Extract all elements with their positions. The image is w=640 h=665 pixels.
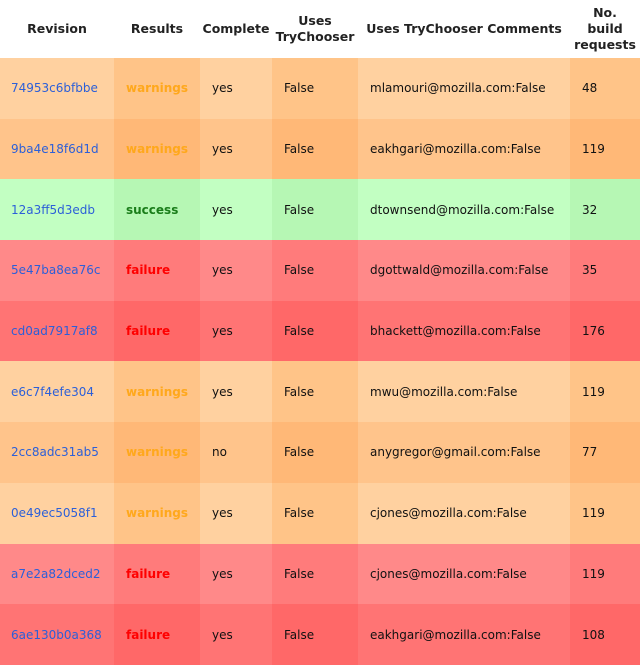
comment-cell: cjones@mozilla.com:False: [358, 482, 570, 544]
comment-cell: dtownsend@mozilla.com:False: [358, 179, 570, 241]
header-build-requests[interactable]: No. build requests: [570, 0, 640, 58]
result-cell: warnings: [114, 118, 200, 180]
result-cell: warnings: [114, 482, 200, 544]
complete-cell: yes: [200, 604, 272, 665]
uses-trychooser-cell: False: [272, 118, 358, 180]
header-revision[interactable]: Revision: [0, 0, 114, 58]
revision-link[interactable]: cd0ad7917af8: [11, 324, 98, 338]
revision-cell: 0e49ec5058f1: [0, 482, 114, 544]
header-results[interactable]: Results: [114, 0, 200, 58]
table-row: 5e47ba8ea76c failure yes False dgottwald@moz…: [0, 240, 640, 301]
revision-link[interactable]: 6ae130b0a368: [11, 628, 102, 642]
build-requests-cell: 119: [570, 482, 640, 544]
build-requests-cell: 32: [570, 179, 640, 241]
complete-cell: no: [200, 422, 272, 483]
revision-link[interactable]: 74953c6bfbbe: [11, 81, 98, 95]
comment-cell: eakhgari@mozilla.com:False: [358, 604, 570, 665]
uses-trychooser-cell: False: [272, 482, 358, 544]
table-row: cd0ad7917af8 failure yes False bhackett@mozi…: [0, 300, 640, 362]
result-status: success: [126, 202, 179, 217]
revision-cell: e6c7f4efe304: [0, 361, 114, 423]
comment-cell: mwu@mozilla.com:False: [358, 361, 570, 423]
revision-link[interactable]: 9ba4e18f6d1d: [11, 142, 99, 156]
revision-cell: 2cc8adc31ab5: [0, 422, 114, 483]
complete-cell: yes: [200, 543, 272, 605]
uses-trychooser-cell: False: [272, 300, 358, 362]
table-row: 2cc8adc31ab5 warnings no False anygregor@gma…: [0, 422, 640, 483]
build-requests-cell: 48: [570, 58, 640, 119]
result-cell: warnings: [114, 422, 200, 483]
uses-trychooser-cell: False: [272, 240, 358, 301]
table-row: 6ae130b0a368 failure yes False eakhgari@mozi…: [0, 604, 640, 665]
build-requests-cell: 35: [570, 240, 640, 301]
uses-trychooser-cell: False: [272, 179, 358, 241]
table-row: 0e49ec5058f1 warnings yes False cjones@mozil…: [0, 482, 640, 544]
result-status: warnings: [126, 384, 189, 399]
revision-cell: 12a3ff5d3edb: [0, 179, 114, 241]
uses-trychooser-cell: False: [272, 422, 358, 483]
result-cell: warnings: [114, 58, 200, 119]
build-requests-cell: 119: [570, 361, 640, 423]
build-requests-cell: 176: [570, 300, 640, 362]
comment-cell: cjones@mozilla.com:False: [358, 543, 570, 605]
complete-cell: yes: [200, 300, 272, 362]
uses-trychooser-cell: False: [272, 58, 358, 119]
revision-cell: 6ae130b0a368: [0, 604, 114, 665]
table-row: 12a3ff5d3edb success yes False dtownsend@moz…: [0, 179, 640, 241]
revision-link[interactable]: a7e2a82dced2: [11, 567, 100, 581]
build-requests-cell: 108: [570, 604, 640, 665]
uses-trychooser-cell: False: [272, 361, 358, 423]
result-status: warnings: [126, 81, 189, 96]
revision-link[interactable]: 12a3ff5d3edb: [11, 203, 95, 217]
complete-cell: yes: [200, 482, 272, 544]
comment-cell: bhackett@mozilla.com:False: [358, 300, 570, 362]
comment-cell: eakhgari@mozilla.com:False: [358, 118, 570, 180]
uses-trychooser-cell: False: [272, 543, 358, 605]
complete-cell: yes: [200, 240, 272, 301]
revision-link[interactable]: 2cc8adc31ab5: [11, 445, 99, 459]
build-requests-cell: 119: [570, 118, 640, 180]
revision-link[interactable]: e6c7f4efe304: [11, 385, 94, 399]
header-complete[interactable]: Complete: [200, 0, 272, 58]
build-results-table: Revision Results Complete Uses TryChooser…: [0, 0, 640, 665]
result-cell: failure: [114, 604, 200, 665]
uses-trychooser-cell: False: [272, 604, 358, 665]
result-status: warnings: [126, 506, 189, 521]
header-row: Revision Results Complete Uses TryChooser…: [0, 0, 640, 58]
result-cell: failure: [114, 543, 200, 605]
revision-cell: 74953c6bfbbe: [0, 58, 114, 119]
header-uses-trychooser[interactable]: Uses TryChooser: [272, 0, 358, 58]
comment-cell: mlamouri@mozilla.com:False: [358, 58, 570, 119]
revision-cell: 5e47ba8ea76c: [0, 240, 114, 301]
header-comments[interactable]: Uses TryChooser Comments: [358, 0, 570, 58]
result-cell: success: [114, 179, 200, 241]
table-row: 74953c6bfbbe warnings yes False mlamouri@moz…: [0, 58, 640, 119]
result-status: failure: [126, 263, 171, 278]
result-cell: failure: [114, 240, 200, 301]
result-cell: failure: [114, 300, 200, 362]
revision-cell: cd0ad7917af8: [0, 300, 114, 362]
table-row: a7e2a82dced2 failure yes False cjones@mozill…: [0, 543, 640, 605]
result-status: failure: [126, 324, 171, 339]
table-row: 9ba4e18f6d1d warnings yes False eakhgari@moz…: [0, 118, 640, 180]
complete-cell: yes: [200, 118, 272, 180]
result-status: failure: [126, 627, 171, 642]
result-status: warnings: [126, 142, 189, 157]
build-requests-cell: 77: [570, 422, 640, 483]
complete-cell: yes: [200, 361, 272, 423]
result-cell: warnings: [114, 361, 200, 423]
table-row: e6c7f4efe304 warnings yes False mwu@mozilla.…: [0, 361, 640, 423]
revision-link[interactable]: 0e49ec5058f1: [11, 506, 98, 520]
complete-cell: yes: [200, 179, 272, 241]
comment-cell: dgottwald@mozilla.com:False: [358, 240, 570, 301]
revision-cell: a7e2a82dced2: [0, 543, 114, 605]
complete-cell: yes: [200, 58, 272, 119]
build-requests-cell: 119: [570, 543, 640, 605]
comment-cell: anygregor@gmail.com:False: [358, 422, 570, 483]
revision-cell: 9ba4e18f6d1d: [0, 118, 114, 180]
result-status: failure: [126, 566, 171, 581]
revision-link[interactable]: 5e47ba8ea76c: [11, 263, 101, 277]
result-status: warnings: [126, 445, 189, 460]
